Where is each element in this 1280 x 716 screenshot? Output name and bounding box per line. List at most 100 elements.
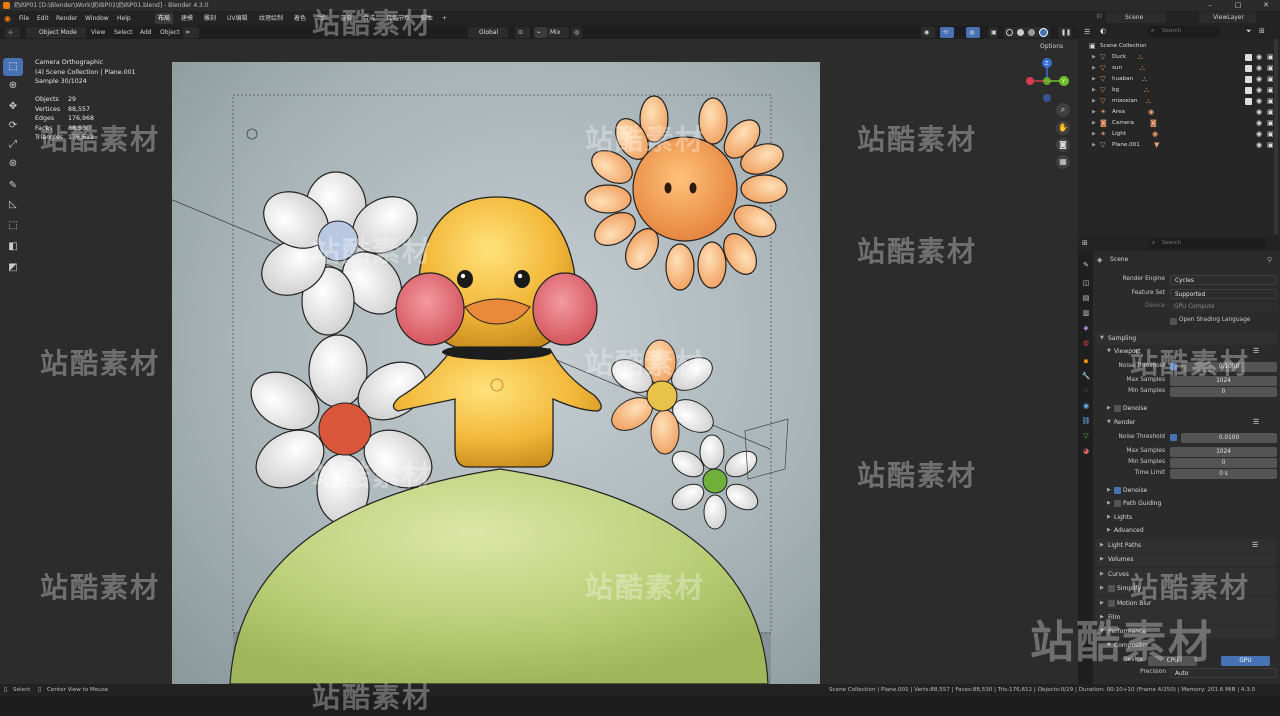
preset-list-icon[interactable]: ☰ bbox=[1253, 345, 1259, 358]
render-camera-icon[interactable]: ▣ bbox=[1267, 85, 1274, 96]
proportional-edit-icon[interactable]: ◎ bbox=[571, 27, 582, 38]
expand-arrow-icon[interactable]: ▶ bbox=[1092, 129, 1096, 140]
performance-panel[interactable]: ▼ Performance bbox=[1096, 625, 1277, 638]
display-mode-icon[interactable]: ◐ bbox=[1100, 27, 1106, 35]
mode-dropdown[interactable]: Object Mode bbox=[26, 27, 86, 38]
render-noise-threshold-field[interactable]: 0.0100 bbox=[1181, 433, 1277, 443]
eye-icon[interactable]: ◉ bbox=[1256, 74, 1262, 85]
tab-modeling[interactable]: 建模 bbox=[178, 13, 196, 24]
transform-tool-icon[interactable]: ⊛ bbox=[3, 155, 23, 173]
cursor-tool-icon[interactable]: ⊕ bbox=[3, 77, 23, 95]
physics-tab-icon[interactable]: ◉ bbox=[1081, 401, 1091, 411]
pan-hand-icon[interactable]: ✋ bbox=[1056, 121, 1070, 135]
menu-render[interactable]: Render bbox=[56, 11, 77, 26]
options-dropdown[interactable]: Options bbox=[1036, 41, 1068, 53]
modifier-tab-icon[interactable]: 🔧 bbox=[1081, 371, 1091, 381]
outliner-row[interactable]: ▶ ☀ Light ◉ ◉ ▣ bbox=[1078, 129, 1280, 140]
menu-help[interactable]: Help bbox=[117, 11, 131, 26]
add-cube-tool-icon[interactable]: ⬚ bbox=[3, 217, 23, 235]
feature-set-dropdown[interactable]: Supported bbox=[1170, 289, 1277, 299]
expand-arrow-icon[interactable]: ▶ bbox=[1092, 107, 1096, 118]
output-tab-icon[interactable]: ▤ bbox=[1081, 293, 1091, 303]
extrude-tool-icon[interactable]: ◩ bbox=[3, 259, 23, 277]
sampling-panel-header[interactable]: ▼ Sampling bbox=[1096, 332, 1277, 345]
xray-icon[interactable]: ▣ bbox=[988, 27, 998, 38]
gizmo-icon[interactable]: ⟲ bbox=[940, 27, 954, 38]
expand-arrow-icon[interactable]: ▶ bbox=[1092, 140, 1096, 151]
minimize-button[interactable]: – bbox=[1196, 0, 1224, 11]
3d-viewport[interactable]: Z Y ⬚ ⊕ ✥ ⟳ ⤢ ⊛ ✎ ◺ ⬚ ◧ ◩ Camera Orthogr… bbox=[0, 39, 1078, 684]
device-dropdown[interactable]: GPU Compute bbox=[1170, 302, 1277, 312]
viewport-noise-threshold-checkbox[interactable] bbox=[1170, 363, 1177, 370]
eye-icon[interactable]: ◉ bbox=[1256, 129, 1262, 140]
expand-arrow-icon[interactable]: ▶ bbox=[1092, 52, 1096, 63]
wireframe-shading-icon[interactable] bbox=[1006, 29, 1013, 36]
render-min-samples-field[interactable]: 0 bbox=[1170, 458, 1277, 468]
precision-dropdown[interactable]: Auto bbox=[1170, 668, 1277, 678]
maximize-button[interactable]: □ bbox=[1224, 0, 1252, 11]
device-gpu-button[interactable]: GPU bbox=[1221, 656, 1270, 666]
new-collection-icon[interactable]: ⊞ bbox=[1259, 27, 1265, 35]
menu-edit[interactable]: Edit bbox=[37, 11, 49, 26]
menu-select[interactable]: Select bbox=[114, 26, 133, 39]
material-tab-icon[interactable]: ◕ bbox=[1081, 446, 1091, 456]
transform-orientation-dropdown[interactable]: Global bbox=[468, 27, 508, 38]
expand-arrow-icon[interactable]: ▶ bbox=[1092, 74, 1096, 85]
eye-icon[interactable]: ◉ bbox=[1256, 107, 1262, 118]
render-subpanel-header[interactable]: ▼ Render ☰ bbox=[1103, 416, 1277, 429]
rotate-tool-icon[interactable]: ⟳ bbox=[3, 117, 23, 135]
tab-shading[interactable]: 着色 bbox=[291, 13, 309, 24]
eye-icon[interactable]: ◉ bbox=[1256, 52, 1262, 63]
render-engine-dropdown[interactable]: Cycles bbox=[1170, 275, 1277, 285]
close-button[interactable]: ✕ bbox=[1252, 0, 1280, 11]
zoom-icon[interactable]: ⌕ bbox=[1056, 103, 1070, 117]
tab-rendering[interactable]: 渲染 bbox=[337, 13, 355, 24]
simplify-panel[interactable]: ▶ Simplify bbox=[1096, 582, 1277, 595]
outliner-row[interactable]: ▶ ☀ Area ◉ ◉ ▣ bbox=[1078, 107, 1280, 118]
measure-tool-icon[interactable]: ◺ bbox=[3, 196, 23, 214]
preset-list-icon[interactable]: ☰ bbox=[1252, 539, 1258, 552]
pivot-icon[interactable]: ⊙ bbox=[515, 27, 530, 38]
device-cpu-button[interactable]: CPU bbox=[1148, 656, 1197, 666]
eye-icon[interactable]: ◉ bbox=[1256, 85, 1262, 96]
eye-icon[interactable]: ◉ bbox=[1256, 96, 1262, 107]
editor-type-button[interactable]: ⊹ bbox=[5, 27, 20, 38]
render-camera-icon[interactable]: ▣ bbox=[1267, 118, 1274, 129]
render-camera-icon[interactable]: ▣ bbox=[1267, 107, 1274, 118]
expand-arrow-icon[interactable]: ▶ bbox=[1092, 85, 1096, 96]
tab-scripting[interactable]: 脚本 bbox=[418, 13, 436, 24]
render-max-samples-field[interactable]: 1024 bbox=[1170, 447, 1277, 457]
film-panel[interactable]: ▶ Film bbox=[1096, 611, 1277, 624]
exclude-checkbox[interactable] bbox=[1245, 98, 1252, 105]
solid-shading-icon[interactable] bbox=[1017, 29, 1024, 36]
rendered-shading-icon[interactable] bbox=[1039, 28, 1048, 37]
view-layer-tab-icon[interactable]: ▥ bbox=[1081, 308, 1091, 318]
properties-search-input[interactable]: Search bbox=[1148, 238, 1266, 249]
compositor-subpanel[interactable]: ▼ Compositor bbox=[1103, 639, 1277, 652]
eye-icon[interactable]: ◉ bbox=[1256, 140, 1262, 151]
shading-modes[interactable] bbox=[1004, 27, 1050, 38]
render-camera-icon[interactable]: ▣ bbox=[1267, 52, 1274, 63]
expand-arrow-icon[interactable]: ▶ bbox=[1092, 96, 1096, 107]
render-denoise-subpanel[interactable]: ▶ Denoise bbox=[1103, 484, 1277, 497]
menu-object[interactable]: Object bbox=[160, 26, 180, 39]
select-tool-icon[interactable]: ⬚ bbox=[3, 58, 23, 76]
object-tab-icon[interactable]: ▪ bbox=[1081, 356, 1091, 366]
add-workspace-button[interactable]: + bbox=[439, 13, 450, 24]
view-layer-selector[interactable]: ViewLayer bbox=[1199, 12, 1256, 23]
particles-tab-icon[interactable]: ⁘ bbox=[1081, 386, 1091, 396]
outliner-scrollbar[interactable] bbox=[1274, 39, 1278, 234]
tab-uv-editing[interactable]: UV编辑 bbox=[224, 13, 251, 24]
outliner-row[interactable]: ▶ ▽ Plane.001 ▼ ◉ ▣ bbox=[1078, 140, 1280, 151]
viewport-subpanel-header[interactable]: ▼ Viewport ☰ bbox=[1103, 345, 1277, 358]
viewport-min-samples-field[interactable]: 0 bbox=[1170, 387, 1277, 397]
render-camera-icon[interactable]: ▣ bbox=[1267, 63, 1274, 74]
eye-icon[interactable]: ◉ bbox=[1256, 63, 1262, 74]
render-tab-icon[interactable]: ◫ bbox=[1081, 278, 1091, 288]
scene-tab-icon[interactable]: ◈ bbox=[1081, 323, 1091, 333]
perspective-toggle-icon[interactable]: ▦ bbox=[1056, 155, 1070, 169]
filter-icon[interactable]: ⏷ bbox=[1246, 27, 1252, 36]
visibility-icon[interactable]: ◉ bbox=[921, 27, 935, 38]
render-camera-icon[interactable]: ▣ bbox=[1267, 140, 1274, 151]
time-limit-field[interactable]: 0 s bbox=[1170, 469, 1277, 479]
